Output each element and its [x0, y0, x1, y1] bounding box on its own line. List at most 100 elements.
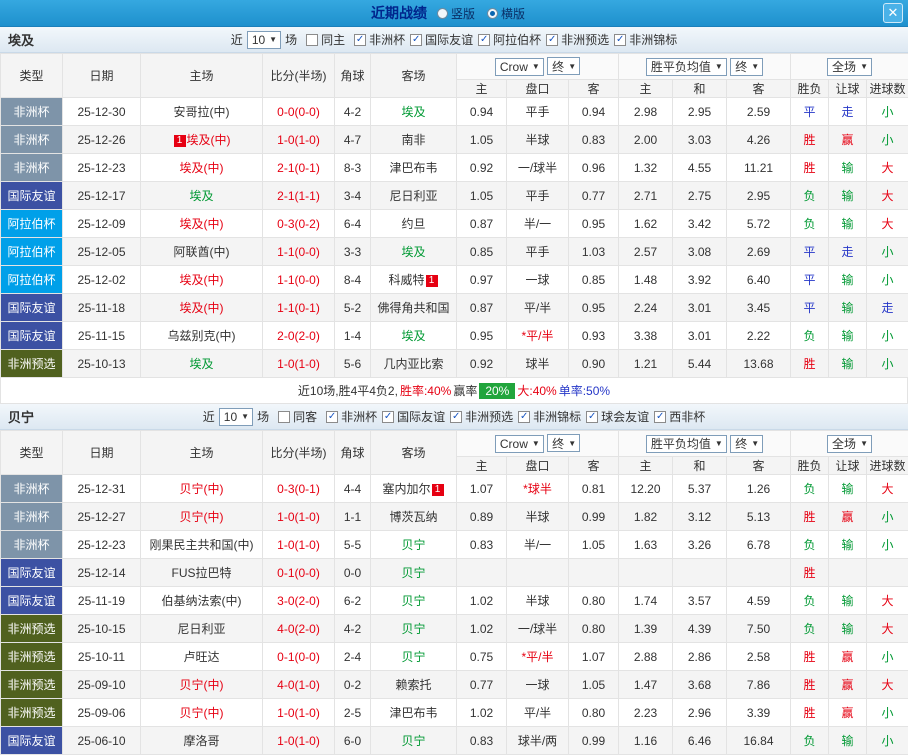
home-team-cell: 1埃及(中)	[141, 126, 263, 154]
avg-home-cell: 1.47	[619, 671, 673, 699]
home-odds-cell: 0.89	[457, 503, 507, 531]
match-row: 非洲预选25-09-10贝宁(中)4-0(1-0)0-2赖索托0.77一球1.0…	[1, 671, 908, 699]
home-odds-cell: 0.92	[457, 154, 507, 182]
avg-draw-cell: 3.12	[673, 503, 727, 531]
handicap-result-cell: 输	[829, 294, 867, 322]
competition-checkbox[interactable]: ✓非洲预选	[546, 31, 609, 48]
handicap-cell: 一球	[507, 671, 569, 699]
avg-draw-cell: 3.57	[673, 587, 727, 615]
bookmaker-select[interactable]: Crow▼	[495, 435, 544, 453]
competition-checkbox[interactable]: ✓球会友谊	[586, 408, 649, 425]
match-row: 非洲杯25-12-23刚果民主共和国(中)1-0(1-0)5-5贝宁0.83半/…	[1, 531, 908, 559]
wdl-result-cell: 负	[791, 182, 829, 210]
wdl-avg-select[interactable]: 胜平负均值▼	[646, 58, 727, 76]
competition-label: 阿拉伯杯	[493, 31, 541, 48]
scope-select[interactable]: 全场▼	[827, 435, 872, 453]
match-row: 国际友谊25-06-10摩洛哥1-0(1-0)6-0贝宁0.83球半/两0.99…	[1, 727, 908, 755]
score-cell: 2-1(1-1)	[263, 182, 335, 210]
home-odds-cell: 0.83	[457, 531, 507, 559]
goals-result-cell: 大	[867, 587, 908, 615]
avg-draw-cell: 6.46	[673, 727, 727, 755]
wdl-result-cell: 胜	[791, 503, 829, 531]
away-odds-cell: 0.95	[569, 210, 619, 238]
avg-draw-cell: 5.44	[673, 350, 727, 378]
section-benin: 贝宁 近 10 ▼ 场 同客 ✓非洲杯✓国际友谊✓非洲预选✓非洲锦标✓球会友谊✓…	[0, 404, 908, 755]
final-odds-select[interactable]: 终▼	[547, 434, 580, 452]
date-cell: 25-11-18	[63, 294, 141, 322]
home-team-cell: 伯基纳法索(中)	[141, 587, 263, 615]
avg-away-cell: 2.59	[727, 98, 791, 126]
corner-cell: 5-5	[335, 531, 371, 559]
corner-cell: 5-2	[335, 294, 371, 322]
match-row: 非洲杯25-12-27贝宁(中)1-0(1-0)1-1博茨瓦纳0.89半球0.9…	[1, 503, 908, 531]
same-venue-checkbox[interactable]: 同主	[306, 31, 345, 48]
date-cell: 25-12-26	[63, 126, 141, 154]
competition-filters: ✓非洲杯 ✓国际友谊 ✓非洲预选 ✓非洲锦标 ✓球会友谊 ✓西非杯	[321, 408, 705, 426]
match-count-select[interactable]: 10 ▼	[247, 31, 281, 49]
horizontal-layout-radio[interactable]: 横版	[487, 5, 525, 22]
corner-cell: 4-7	[335, 126, 371, 154]
competition-label: 西非杯	[669, 408, 705, 425]
avg-home-cell: 2.00	[619, 126, 673, 154]
competition-checkbox[interactable]: ✓非洲预选	[450, 408, 513, 425]
match-count-select[interactable]: 10 ▼	[219, 408, 253, 426]
wdl-result-cell: 负	[791, 615, 829, 643]
away-odds-cell: 0.95	[569, 294, 619, 322]
handicap-cell: *平/半	[507, 643, 569, 671]
handicap-cell	[507, 559, 569, 587]
handicap-result-cell: 输	[829, 154, 867, 182]
wdl-result-cell: 胜	[791, 350, 829, 378]
avg-home-cell: 2.24	[619, 294, 673, 322]
handicap-result-cell: 输	[829, 475, 867, 503]
date-cell: 25-12-30	[63, 98, 141, 126]
wdl-final-select[interactable]: 终▼	[730, 58, 763, 76]
home-team-cell: 埃及(中)	[141, 210, 263, 238]
home-team-cell: 阿联酋(中)	[141, 238, 263, 266]
corner-cell: 1-1	[335, 503, 371, 531]
competition-checkbox[interactable]: ✓阿拉伯杯	[478, 31, 541, 48]
competition-checkbox[interactable]: ✓非洲锦标	[614, 31, 677, 48]
avg-away-cell: 4.59	[727, 587, 791, 615]
away-team-cell: 埃及	[371, 322, 457, 350]
page-title: 近期战绩	[371, 3, 427, 23]
goals-result-cell: 走	[867, 294, 908, 322]
away-team-cell: 贝宁	[371, 727, 457, 755]
competition-checkbox[interactable]: ✓非洲锦标	[518, 408, 581, 425]
home-odds-cell: 1.02	[457, 615, 507, 643]
competition-checkbox[interactable]: ✓西非杯	[654, 408, 705, 425]
competition-checkbox[interactable]: ✓国际友谊	[382, 408, 445, 425]
away-odds-cell: 1.05	[569, 671, 619, 699]
chevron-down-icon: ▼	[715, 62, 723, 71]
close-button[interactable]: ✕	[883, 3, 903, 23]
same-venue-checkbox[interactable]: 同客	[278, 408, 317, 425]
handicap-cell: 一球	[507, 266, 569, 294]
type-cell: 非洲预选	[1, 671, 63, 699]
section-header-bar: 贝宁 近 10 ▼ 场 同客 ✓非洲杯✓国际友谊✓非洲预选✓非洲锦标✓球会友谊✓…	[0, 404, 908, 430]
home-odds-cell: 0.85	[457, 238, 507, 266]
date-cell: 25-10-15	[63, 615, 141, 643]
matches-table: 类型 日期 主场 比分(半场) 角球 客场 Crow▼ 终▼ 胜平负均值▼ 终▼…	[0, 53, 908, 378]
sub-avg-home: 主	[619, 80, 673, 98]
vertical-layout-radio[interactable]: 竖版	[437, 5, 475, 22]
wdl-final-select[interactable]: 终▼	[730, 435, 763, 453]
corner-cell: 2-4	[335, 643, 371, 671]
avg-draw-cell: 3.92	[673, 266, 727, 294]
checkbox-icon: ✓	[410, 34, 422, 46]
col-home: 主场	[141, 431, 263, 475]
avg-away-cell: 6.40	[727, 266, 791, 294]
sub-avg-draw: 和	[673, 457, 727, 475]
competition-checkbox[interactable]: ✓非洲杯	[326, 408, 377, 425]
avg-away-cell: 13.68	[727, 350, 791, 378]
away-team-cell: 博茨瓦纳	[371, 503, 457, 531]
score-cell: 0-3(0-1)	[263, 475, 335, 503]
competition-checkbox[interactable]: ✓国际友谊	[410, 31, 473, 48]
filter-bar: 近 10 ▼ 场 同主 ✓非洲杯✓国际友谊✓阿拉伯杯✓非洲预选✓非洲锦标	[0, 27, 908, 52]
scope-select[interactable]: 全场▼	[827, 58, 872, 76]
competition-checkbox[interactable]: ✓非洲杯	[354, 31, 405, 48]
sub-let: 让球	[829, 80, 867, 98]
wdl-result-cell: 负	[791, 475, 829, 503]
final-odds-select[interactable]: 终▼	[547, 57, 580, 75]
bookmaker-select[interactable]: Crow▼	[495, 58, 544, 76]
away-odds-cell: 0.99	[569, 727, 619, 755]
wdl-avg-select[interactable]: 胜平负均值▼	[646, 435, 727, 453]
